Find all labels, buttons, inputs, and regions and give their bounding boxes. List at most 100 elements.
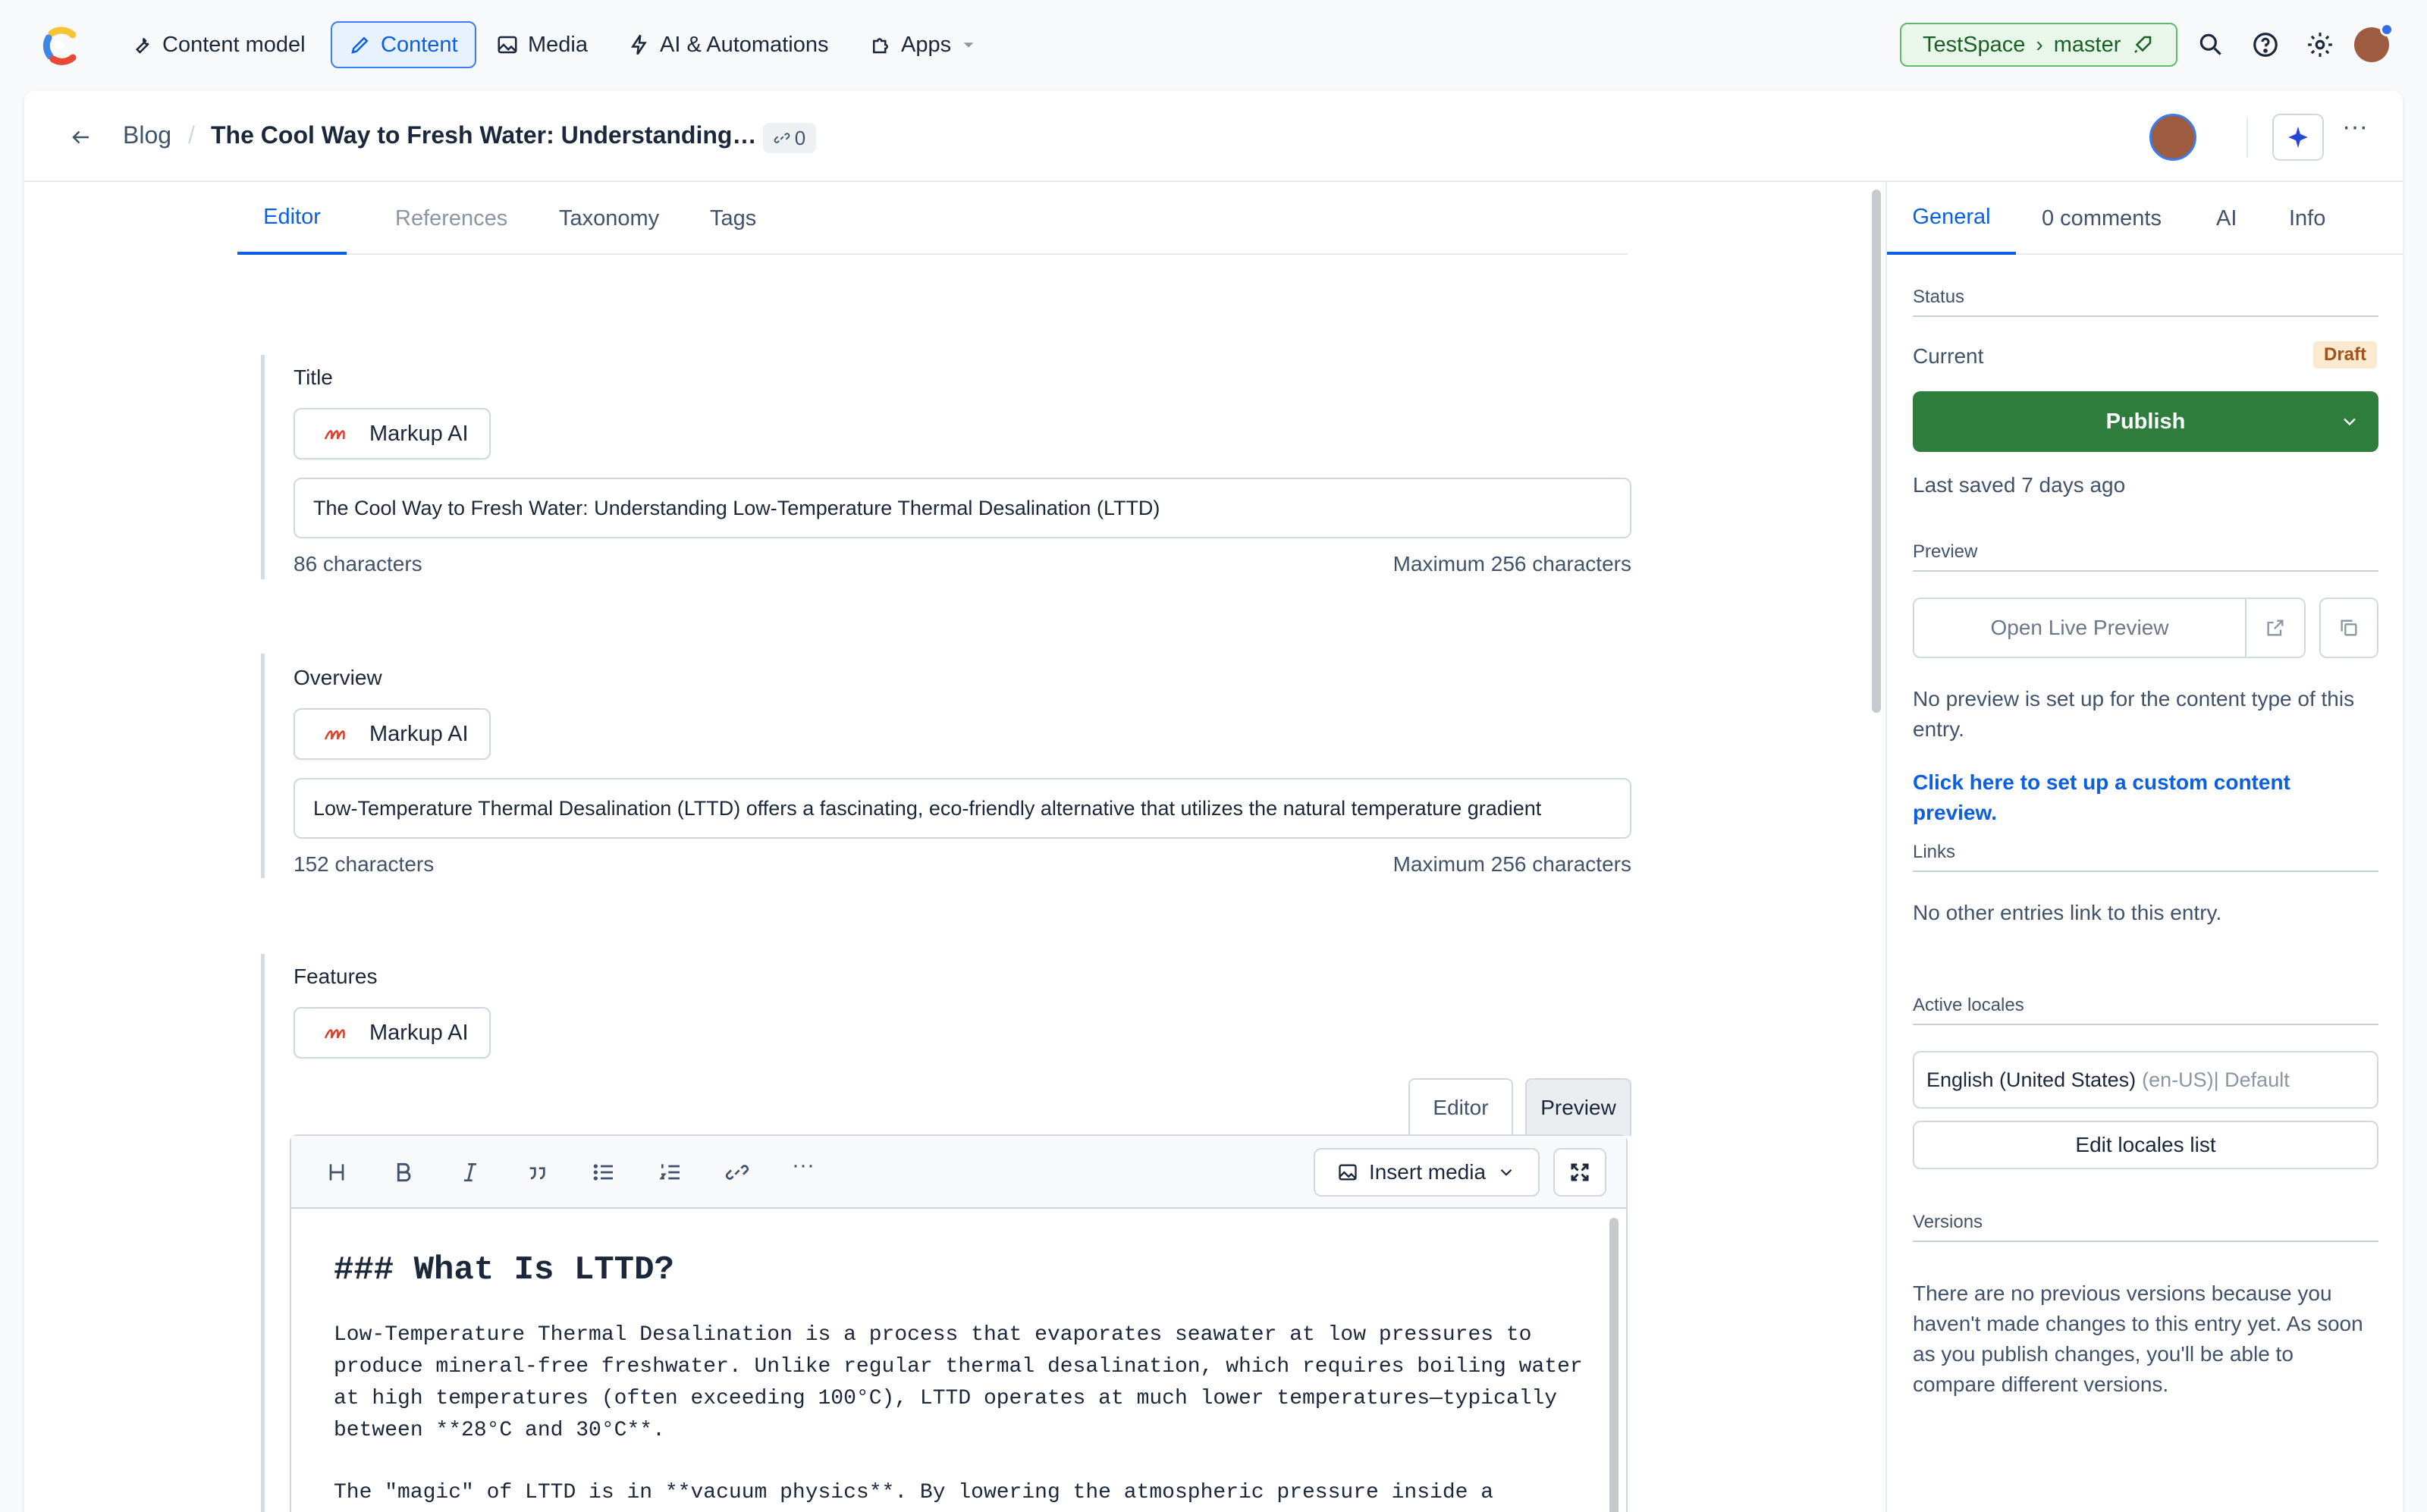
- expand-icon: [1571, 1163, 1589, 1181]
- tab-comments[interactable]: 0 comments: [2042, 182, 2162, 255]
- markup-ai-icon: [324, 730, 345, 740]
- title-field: Title Markup AI The Cool Way to Fresh Wa…: [261, 355, 1631, 579]
- quote-icon[interactable]: [525, 1160, 549, 1184]
- character-count: 152 characters: [294, 852, 435, 876]
- search-icon[interactable]: [2196, 30, 2225, 59]
- italic-icon[interactable]: [458, 1160, 482, 1184]
- overview-field: Overview Markup AI Low-Temperature Therm…: [261, 654, 1631, 878]
- section-links: Links: [1913, 842, 2378, 872]
- entry-header: Blog / The Cool Way to Fresh Water: Unde…: [24, 91, 2403, 182]
- breadcrumb-separator: /: [188, 121, 195, 149]
- gear-icon[interactable]: [2306, 30, 2334, 59]
- mode-preview-button[interactable]: Preview: [1525, 1078, 1631, 1136]
- status-badge: Draft: [2313, 341, 2378, 369]
- ai-assistant-button[interactable]: [2272, 114, 2324, 161]
- fullscreen-button[interactable]: [1553, 1148, 1606, 1197]
- versions-text: There are no previous versions because y…: [1913, 1281, 2363, 1396]
- field-label: Features: [294, 965, 378, 988]
- markdown-toolbar: ··· Insert media: [291, 1136, 1626, 1209]
- nav-content[interactable]: Content: [331, 21, 476, 68]
- markdown-editor: ··· Insert media ### What Is LTTD? Low-T…: [290, 1134, 1628, 1512]
- rocket-icon: [2134, 36, 2152, 53]
- tab-general[interactable]: General: [1887, 182, 2016, 255]
- tab-editor[interactable]: Editor: [237, 182, 347, 255]
- space-environment-switcher[interactable]: TestSpace › master: [1900, 23, 2177, 67]
- nav-content-model[interactable]: Content model: [114, 21, 322, 68]
- image-icon: [498, 36, 517, 54]
- tab-info[interactable]: Info: [2289, 182, 2325, 255]
- main-scrollbar[interactable]: [1872, 190, 1881, 713]
- external-link-icon: [2267, 620, 2284, 636]
- section-versions: Versions: [1913, 1212, 2378, 1242]
- last-saved: Last saved 7 days ago: [1913, 473, 2126, 497]
- insert-media-button[interactable]: Insert media: [1314, 1148, 1540, 1197]
- character-max: Maximum 256 characters: [1392, 552, 1631, 576]
- copy-link-button[interactable]: [2319, 598, 2378, 658]
- nav-ai-automations[interactable]: AI & Automations: [611, 21, 845, 68]
- notification-dot: [2380, 23, 2394, 36]
- active-locale: English (United States) (en-US)| Default: [1913, 1051, 2378, 1109]
- locale-code: (en-US)| Default: [2142, 1068, 2290, 1091]
- pen-icon: [351, 36, 369, 54]
- tab-tags[interactable]: Tags: [710, 182, 756, 255]
- external-link-button[interactable]: [2245, 598, 2306, 658]
- field-label: Title: [294, 365, 333, 389]
- back-arrow-icon[interactable]: [70, 126, 93, 149]
- contentful-logo-icon[interactable]: [38, 24, 80, 67]
- nav-label: AI & Automations: [660, 32, 829, 57]
- title-meta: 86 characters Maximum 256 characters: [294, 552, 1631, 576]
- help-icon[interactable]: [2251, 30, 2280, 59]
- publish-label: Publish: [2105, 409, 2186, 434]
- heading-icon[interactable]: [325, 1160, 349, 1184]
- publish-button[interactable]: Publish: [1913, 391, 2378, 452]
- bulleted-list-icon[interactable]: [592, 1160, 616, 1184]
- markdown-content[interactable]: ### What Is LTTD? Low-Temperature Therma…: [291, 1209, 1626, 1512]
- markup-ai-button[interactable]: Markup AI: [294, 408, 491, 460]
- nav-media[interactable]: Media: [479, 21, 604, 68]
- no-links-text: No other entries link to this entry.: [1913, 901, 2222, 924]
- markup-ai-button[interactable]: Markup AI: [294, 708, 491, 760]
- markup-ai-label: Markup AI: [369, 721, 469, 746]
- insert-media-label: Insert media: [1368, 1160, 1487, 1184]
- mode-editor-button[interactable]: Editor: [1408, 1078, 1513, 1136]
- markdown-paragraph: Low-Temperature Thermal Desalination is …: [334, 1323, 1583, 1442]
- markup-ai-label: Markup AI: [369, 421, 469, 446]
- wrench-icon: [135, 37, 149, 54]
- breadcrumb-blog[interactable]: Blog: [123, 121, 171, 149]
- markup-ai-icon: [324, 1029, 345, 1039]
- more-formatting-icon[interactable]: ···: [792, 1153, 815, 1178]
- character-max: Maximum 256 characters: [1392, 852, 1631, 876]
- references-badge[interactable]: 0: [763, 123, 816, 153]
- nav-label: Content model: [162, 32, 306, 57]
- overview-input[interactable]: Low-Temperature Thermal Desalination (LT…: [294, 778, 1631, 839]
- markup-ai-label: Markup AI: [369, 1020, 469, 1045]
- markdown-heading: ### What Is LTTD?: [334, 1251, 674, 1289]
- numbered-list-icon[interactable]: [658, 1160, 683, 1184]
- image-icon: [1339, 1164, 1357, 1181]
- editor-scrollbar[interactable]: [1609, 1218, 1619, 1512]
- link-icon[interactable]: [725, 1160, 749, 1184]
- bold-icon[interactable]: [391, 1160, 416, 1184]
- caret-down-icon: [963, 42, 974, 48]
- title-input[interactable]: The Cool Way to Fresh Water: Understandi…: [294, 478, 1631, 538]
- section-preview: Preview: [1913, 541, 2378, 572]
- field-label: Overview: [294, 666, 382, 689]
- markup-ai-icon: [324, 430, 345, 440]
- link-icon: [774, 133, 790, 143]
- chevron-down-icon[interactable]: [2339, 411, 2360, 432]
- tab-references[interactable]: References: [395, 182, 507, 255]
- puzzle-icon: [873, 38, 888, 54]
- tab-ai[interactable]: AI: [2216, 182, 2237, 255]
- markup-ai-button[interactable]: Markup AI: [294, 1007, 491, 1059]
- collaborator-avatar[interactable]: [2149, 114, 2196, 161]
- environment-name: master: [2053, 32, 2121, 57]
- more-options-icon[interactable]: ···: [2342, 112, 2368, 142]
- chevron-down-icon: [1500, 1169, 1512, 1176]
- nav-apps[interactable]: Apps: [852, 21, 994, 68]
- tab-taxonomy[interactable]: Taxonomy: [559, 182, 659, 255]
- edit-locales-button[interactable]: Edit locales list: [1913, 1121, 2378, 1169]
- entry-title: The Cool Way to Fresh Water: Understandi…: [211, 121, 757, 149]
- setup-preview-link[interactable]: Click here to set up a custom content pr…: [1913, 767, 2378, 828]
- open-live-preview-button[interactable]: Open Live Preview: [1913, 598, 2246, 658]
- editor-tabs: Editor References Taxonomy Tags: [237, 182, 1628, 255]
